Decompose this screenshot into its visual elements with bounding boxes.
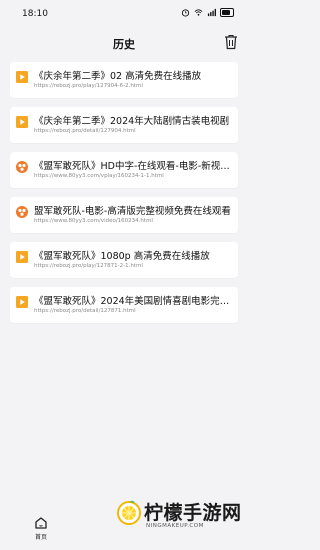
history-item[interactable]: 《盟军敢死队》1080p 高清免费在线播放 https://rebozj.pro…	[10, 242, 238, 278]
history-item-title: 《庆余年第二季》02 高清免费在线播放	[34, 71, 202, 82]
page-title: 历史	[113, 38, 135, 51]
history-item-url: https://www.80yy3.com/video/160234.html	[34, 218, 153, 224]
history-list: 《庆余年第二季》02 高清免费在线播放 https://rebozj.pro/p…	[10, 62, 238, 332]
history-item-url: https://rebozj.pro/detail/127904.html	[34, 128, 136, 134]
history-item-title: 《庆余年第二季》2024年大陆剧情古装电视剧	[34, 116, 230, 127]
trash-icon[interactable]	[224, 34, 238, 50]
wifi-icon	[194, 9, 203, 16]
video-play-icon	[16, 71, 28, 83]
site-favicon-icon	[16, 161, 28, 173]
video-play-icon	[16, 251, 28, 263]
history-item[interactable]: 盟军敢死队-电影-高清版完整视频免费在线观看 https://www.80yy3…	[10, 197, 238, 233]
history-item[interactable]: 《盟军敢死队》2024年美国剧情喜剧电影完整版 https://rebozj.p…	[10, 287, 238, 323]
tab-home[interactable]: 首页	[28, 516, 54, 541]
video-play-icon	[16, 296, 28, 308]
history-item-url: https://www.80yy3.com/vplay/160234-1-1.h…	[34, 173, 164, 179]
history-item-url: https://rebozj.pro/detail/127871.html	[34, 308, 136, 314]
signal-icon	[207, 8, 216, 17]
status-icons	[181, 8, 234, 17]
history-item[interactable]: 《庆余年第二季》2024年大陆剧情古装电视剧 https://rebozj.pr…	[10, 107, 238, 143]
home-icon	[35, 517, 47, 529]
status-time: 18:10	[22, 9, 48, 19]
watermark-subtext: NINGMAKEUP.COM	[146, 523, 204, 529]
status-bar: 18:10	[0, 0, 248, 30]
history-item-title: 《盟军敢死队》2024年美国剧情喜剧电影完整版	[34, 296, 232, 307]
history-item-url: https://rebozj.pro/play/127904-6-2.html	[34, 83, 143, 89]
history-item-title: 《盟军敢死队》1080p 高清免费在线播放	[34, 251, 210, 262]
page-header: 历史	[0, 30, 248, 58]
alarm-icon	[181, 9, 190, 17]
tab-home-label: 首页	[34, 534, 47, 541]
lemon-logo-icon	[117, 500, 141, 525]
watermark-text: 柠檬手游网	[144, 502, 242, 524]
video-play-icon	[16, 116, 28, 128]
history-item[interactable]: 《庆余年第二季》02 高清免费在线播放 https://rebozj.pro/p…	[10, 62, 238, 98]
site-favicon-icon	[16, 206, 28, 218]
history-item-title: 《盟军敢死队》HD中字-在线观看-电影-新视觉影院	[34, 161, 232, 172]
history-item-url: https://rebozj.pro/play/127871-2-1.html	[34, 263, 143, 269]
history-item[interactable]: 《盟军敢死队》HD中字-在线观看-电影-新视觉影院 https://www.80…	[10, 152, 238, 188]
watermark: 柠檬手游网 NINGMAKEUP.COM	[116, 496, 242, 544]
history-item-title: 盟军敢死队-电影-高清版完整视频免费在线观看	[34, 206, 231, 217]
battery-icon	[220, 8, 234, 17]
